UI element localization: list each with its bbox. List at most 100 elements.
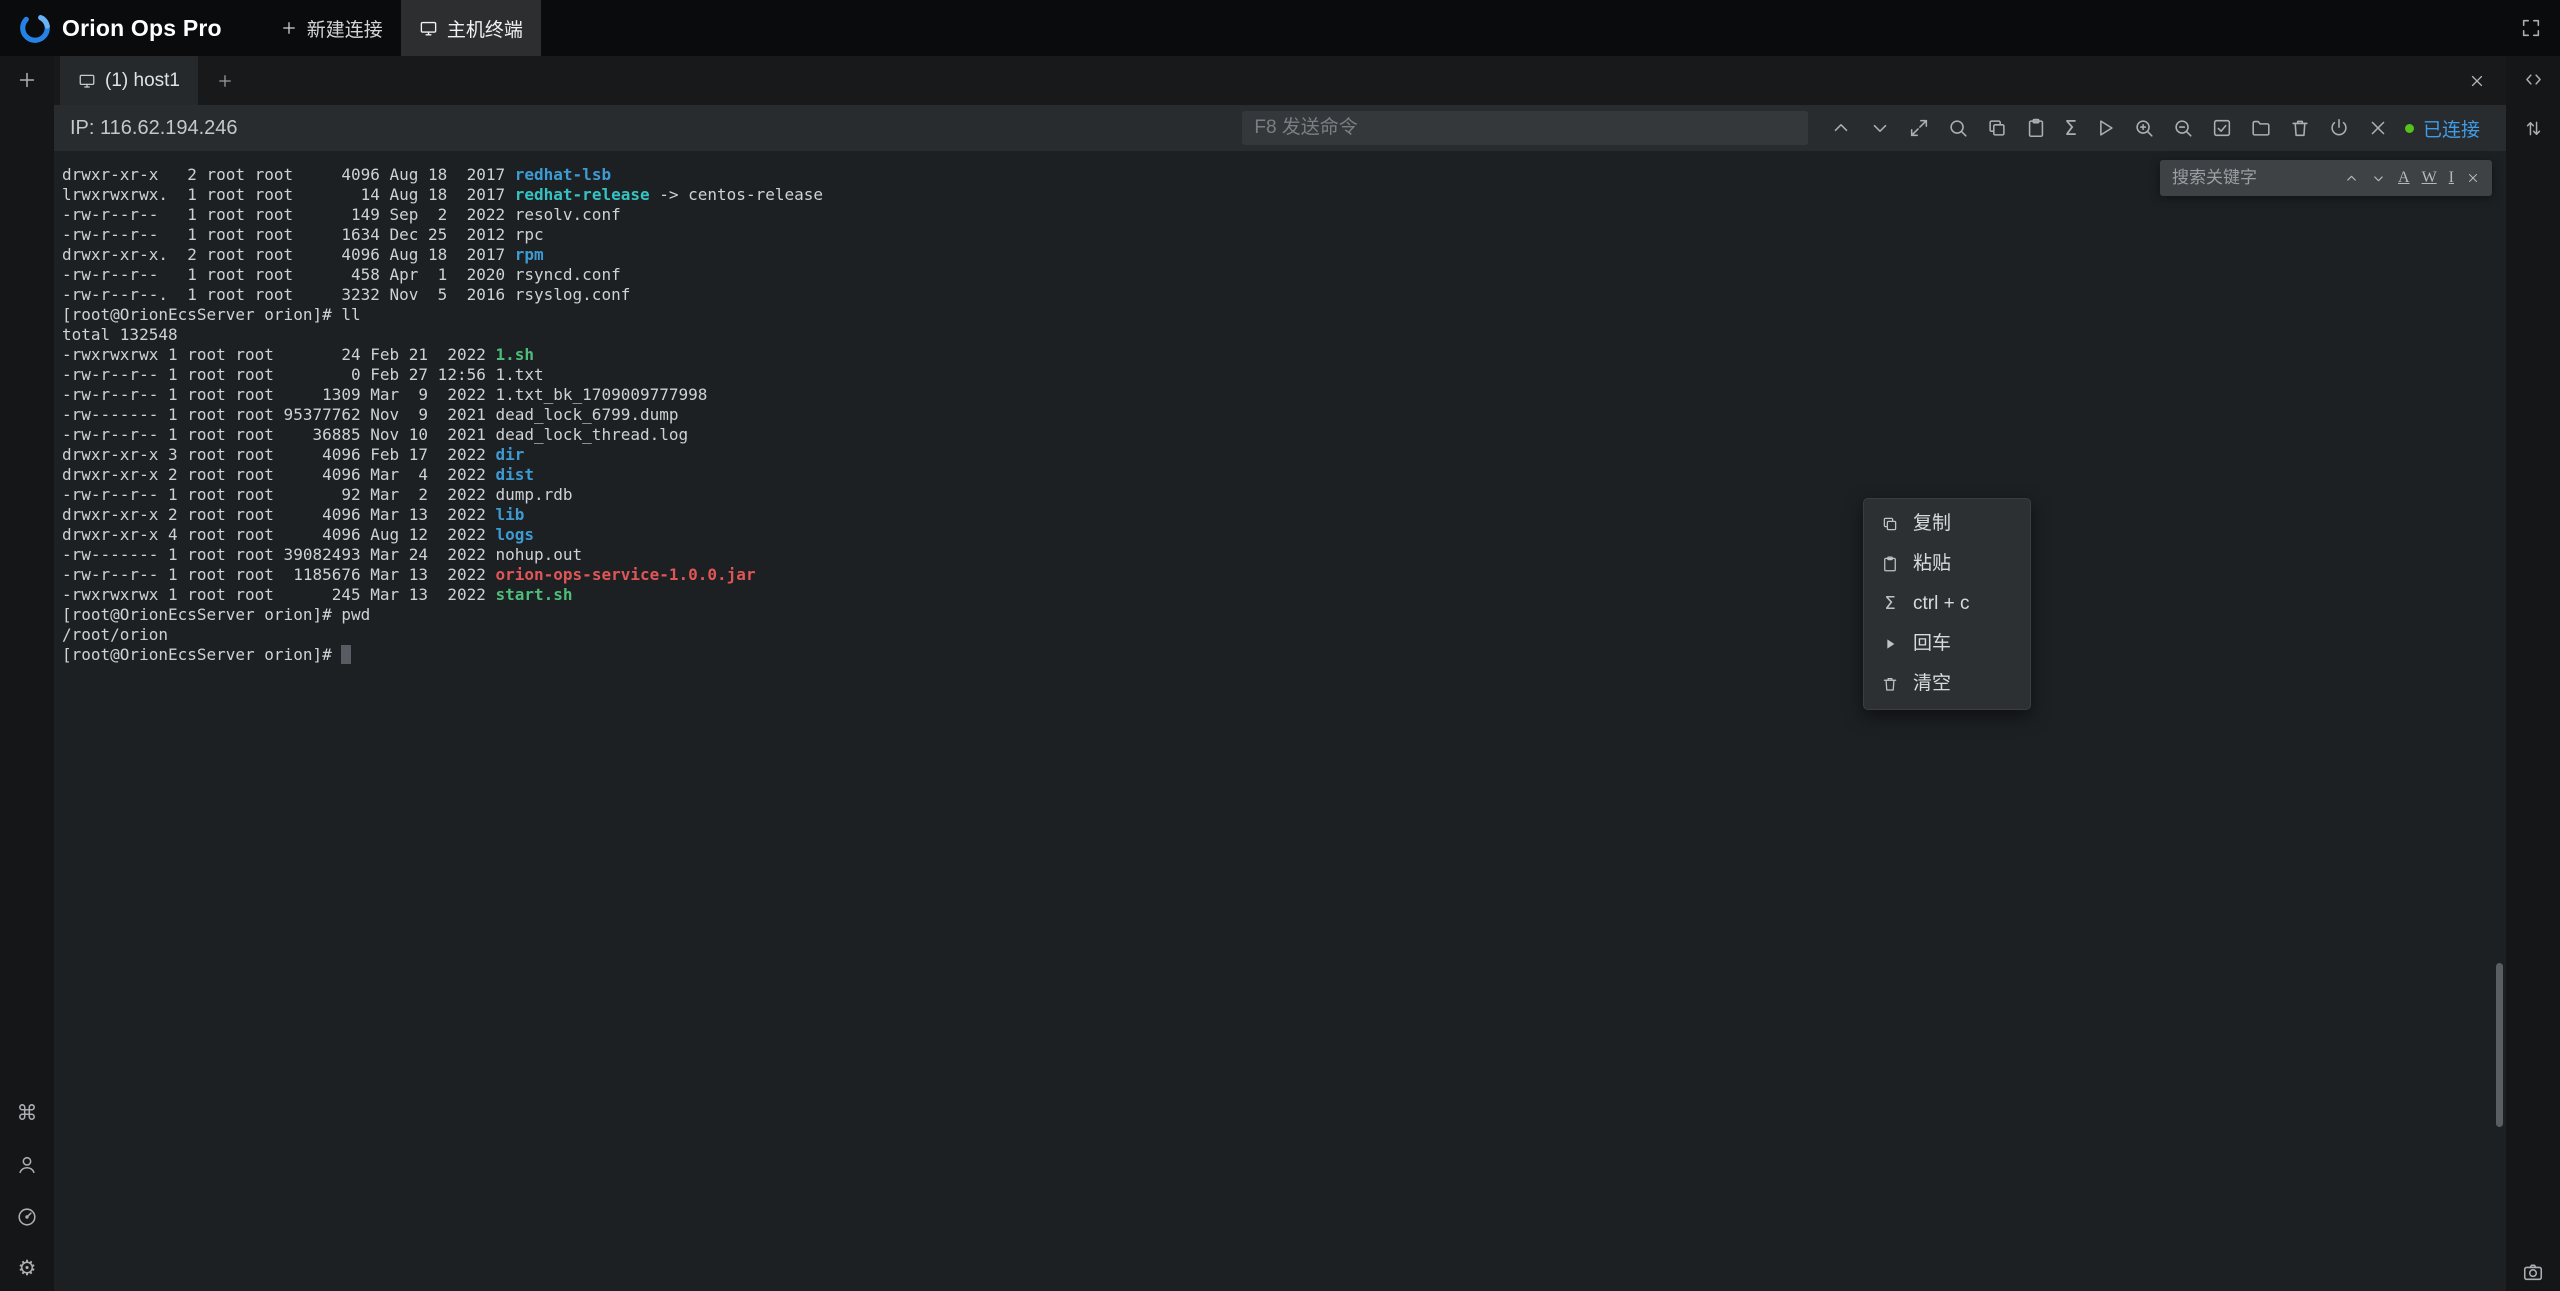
whole-word-button[interactable]: W (2422, 169, 2437, 187)
terminal-line: [root@OrionEcsServer orion]# pwd (62, 605, 2506, 625)
context-menu-item-4[interactable]: 清空 (1864, 664, 2030, 704)
terminal-line: -rw-r--r-- 1 root root 0 Feb 27 12:56 1.… (62, 365, 2506, 385)
new-terminal-button[interactable] (16, 69, 38, 91)
shortcut-keys-button[interactable]: ⌘ (17, 1103, 38, 1124)
terminal-line: -rw-r--r-- 1 root root 1185676 Mar 13 20… (62, 565, 2506, 585)
chevron-up-icon (1830, 117, 1852, 139)
terminal-line: -rwxrwxrwx 1 root root 24 Feb 21 2022 1.… (62, 345, 2506, 365)
fullscreen-button[interactable] (2520, 17, 2542, 39)
chevron-down-icon (2371, 171, 2386, 186)
paste-icon (2025, 117, 2047, 139)
terminal-line: -rw-r--r-- 1 root root 458 Apr 1 2020 rs… (62, 265, 2506, 285)
context-menu-item-2[interactable]: Σctrl + c (1864, 584, 2030, 624)
code-view-button[interactable] (2523, 69, 2544, 90)
monitor-icon (78, 72, 96, 90)
terminal-scrollbar-thumb[interactable] (2496, 963, 2503, 1127)
terminal-line: [root@OrionEcsServer orion]# (62, 645, 2506, 665)
context-menu-item-3[interactable]: 回车 (1864, 624, 2030, 664)
folder-icon (2250, 117, 2272, 139)
add-tab-button[interactable] (216, 72, 234, 90)
terminal-line: -rw-r--r-- 1 root root 1634 Dec 25 2012 … (62, 225, 2506, 245)
enter-icon (1880, 636, 1900, 652)
terminal-line: drwxr-xr-x 3 root root 4096 Feb 17 2022 … (62, 445, 2506, 465)
zoom-in-button[interactable] (2133, 117, 2155, 139)
disconnect-button[interactable] (2328, 117, 2350, 139)
terminal-line: lrwxrwxrwx. 1 root root 14 Aug 18 2017 r… (62, 185, 2506, 205)
context-menu-item-label: 回车 (1913, 634, 1951, 654)
ctrl-c-button[interactable]: Σ (2064, 118, 2077, 138)
search-prev-button[interactable] (2344, 171, 2359, 186)
terminal-line: drwxr-xr-x 2 root root 4096 Mar 4 2022 d… (62, 465, 2506, 485)
dashboard-button[interactable] (16, 1206, 38, 1228)
right-rail (2506, 56, 2560, 1291)
clear-terminal-button[interactable] (2289, 117, 2311, 139)
context-menu-item-label: ctrl + c (1913, 594, 1969, 614)
settings-button[interactable]: ⚙ (18, 1258, 37, 1279)
center-column: (1) host1 IP: 116.62.194.246 (54, 56, 2506, 1291)
plus-icon (280, 19, 298, 37)
plus-icon (216, 72, 234, 90)
terminal-output[interactable]: drwxr-xr-x 2 root root 4096 Aug 18 2017 … (54, 151, 2506, 1291)
scroll-up-button[interactable] (1830, 117, 1852, 139)
whole-word-label: W (2422, 169, 2437, 187)
toolbar-icons: Σ (1830, 117, 2389, 139)
select-mode-button[interactable] (2211, 117, 2233, 139)
sigma-icon: Σ (1880, 594, 1900, 614)
terminal-line: -rw-r--r-- 1 root root 36885 Nov 10 2021… (62, 425, 2506, 445)
match-case-label: A (2398, 169, 2410, 187)
trash-icon (2289, 117, 2311, 139)
search-close-button[interactable] (2466, 171, 2480, 185)
code-icon (2523, 69, 2544, 90)
close-all-tabs-button[interactable] (2468, 72, 2486, 90)
close-icon (2468, 72, 2486, 90)
terminal-search-widget: A W I (2160, 160, 2492, 196)
regex-button[interactable]: I (2449, 169, 2454, 187)
terminal-line: drwxr-xr-x. 2 root root 4096 Aug 18 2017… (62, 245, 2506, 265)
context-menu-item-0[interactable]: 复制 (1864, 504, 2030, 544)
content-row: ⌘ ⚙ (0, 56, 2560, 1291)
terminal-line: -rw-r--r-- 1 root root 1309 Mar 9 2022 1… (62, 385, 2506, 405)
open-new-window-button[interactable] (1908, 117, 1930, 139)
terminal-line: -rw------- 1 root root 39082493 Mar 24 2… (62, 545, 2506, 565)
scroll-down-button[interactable] (1869, 117, 1891, 139)
zoom-out-icon (2172, 117, 2194, 139)
paste-button[interactable] (2025, 117, 2047, 139)
copy-button[interactable] (1986, 117, 2008, 139)
terminal-line: drwxr-xr-x 2 root root 4096 Aug 18 2017 … (62, 165, 2506, 185)
app-window: Orion Ops Pro 新建连接 主机终端 (0, 0, 2560, 1291)
chevron-down-icon (1869, 117, 1891, 139)
gauge-icon (16, 1206, 38, 1228)
top-bar: Orion Ops Pro 新建连接 主机终端 (0, 0, 2560, 56)
regex-label: I (2449, 169, 2454, 187)
search-button[interactable] (1947, 117, 1969, 139)
context-menu-item-label: 清空 (1913, 674, 1951, 694)
tab-bar: (1) host1 (54, 56, 2506, 105)
sort-arrows-icon (2523, 118, 2544, 139)
user-button[interactable] (16, 1154, 38, 1176)
terminal-line: -rw-r--r-- 1 root root 92 Mar 2 2022 dum… (62, 485, 2506, 505)
host-ip-label: IP: 116.62.194.246 (70, 117, 238, 140)
send-command-input[interactable] (1242, 111, 1808, 145)
menu-new-connection[interactable]: 新建连接 (262, 0, 401, 56)
camera-icon (2522, 1261, 2544, 1283)
fullscreen-icon (2520, 17, 2542, 39)
expand-icon (1908, 117, 1930, 139)
close-session-button[interactable] (2367, 117, 2389, 139)
screenshot-button[interactable] (2522, 1261, 2544, 1283)
match-case-button[interactable]: A (2398, 169, 2410, 187)
terminal-lines: drwxr-xr-x 2 root root 4096 Aug 18 2017 … (62, 165, 2506, 665)
tab-host1[interactable]: (1) host1 (60, 56, 198, 105)
search-keyword-input[interactable] (2172, 168, 2332, 188)
zoom-out-button[interactable] (2172, 117, 2194, 139)
enter-button[interactable] (2094, 117, 2116, 139)
menu-host-terminal-label: 主机终端 (447, 15, 523, 42)
brand: Orion Ops Pro (18, 11, 222, 45)
tab-label: (1) host1 (105, 70, 180, 92)
context-menu-item-1[interactable]: 粘贴 (1864, 544, 2030, 584)
clear-icon (1880, 675, 1900, 693)
zoom-in-icon (2133, 117, 2155, 139)
file-manager-button[interactable] (2250, 117, 2272, 139)
menu-host-terminal[interactable]: 主机终端 (401, 0, 541, 56)
scroll-sort-button[interactable] (2523, 118, 2544, 139)
search-next-button[interactable] (2371, 171, 2386, 186)
